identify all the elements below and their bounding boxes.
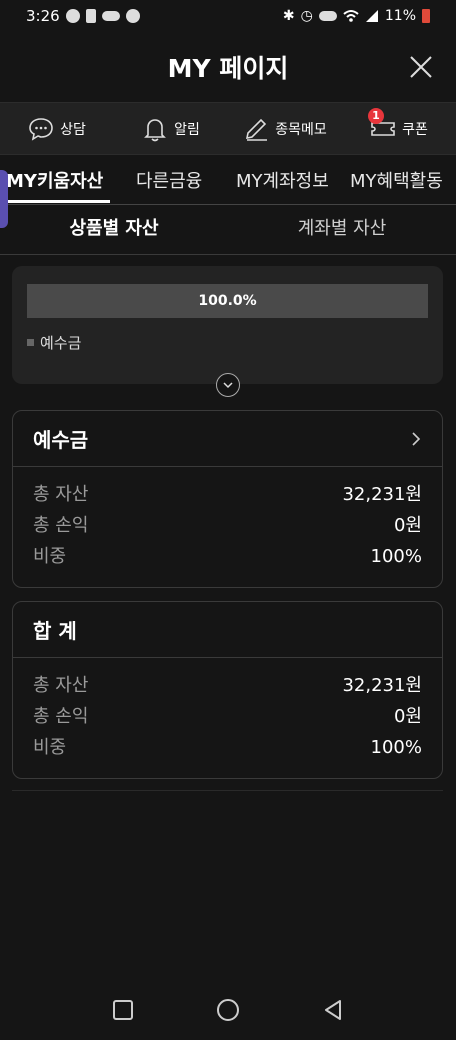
quick-memo-button[interactable]: 종목메모 xyxy=(228,116,342,142)
deposit-card-header[interactable]: 예수금 xyxy=(13,411,442,467)
deposit-card[interactable]: 예수금 총 자산 32,231원 총 손익 0원 비중 100% xyxy=(12,410,443,588)
chevron-down-icon xyxy=(223,382,233,389)
alarm-icon: ◷ xyxy=(300,8,313,24)
status-right: ✱ ◷ 11% xyxy=(283,8,430,24)
row-label: 비중 xyxy=(33,546,67,567)
row-label: 총 자산 xyxy=(33,484,89,505)
glasses-icon xyxy=(101,11,120,21)
row-label: 총 손익 xyxy=(33,706,89,727)
row-value: 0원 xyxy=(393,706,422,727)
legend-swatch xyxy=(27,339,34,346)
page-title: MY 페이지 xyxy=(167,54,289,83)
total-card-body: 총 자산 32,231원 총 손익 0원 비중 100% xyxy=(13,658,442,775)
sub-tabs: 상품별 자산 계좌별 자산 xyxy=(0,204,456,255)
total-card: 합 계 총 자산 32,231원 총 손익 0원 비중 100% xyxy=(12,601,443,779)
bottom-divider xyxy=(12,790,443,791)
row-value: 100% xyxy=(370,546,422,567)
active-tab-indicator xyxy=(0,200,110,203)
status-time: 3:26 xyxy=(26,7,60,25)
chat-bubble-icon xyxy=(29,117,53,141)
home-icon[interactable] xyxy=(215,997,241,1023)
total-row-total-assets: 총 자산 32,231원 xyxy=(33,670,422,701)
quick-coupon-label: 쿠폰 xyxy=(402,121,428,138)
tab-my-kiwoom-assets[interactable]: MY키움자산 xyxy=(6,167,103,193)
wifi-icon xyxy=(343,10,359,22)
close-icon[interactable] xyxy=(408,54,434,80)
total-card-title: 합 계 xyxy=(33,619,77,643)
row-value: 32,231원 xyxy=(342,484,422,505)
row-label: 총 자산 xyxy=(33,675,89,696)
asset-ratio-card: 100.0% 예수금 xyxy=(12,266,443,384)
battery-percent: 11% xyxy=(384,8,416,24)
deposit-row-weight: 비중 100% xyxy=(33,541,422,572)
quick-memo-label: 종목메모 xyxy=(275,121,327,138)
hd-icon xyxy=(318,11,337,21)
row-label: 총 손익 xyxy=(33,515,89,536)
quick-action-bar: 상담 알림 종목메모 1 쿠폰 xyxy=(0,102,456,155)
signal-icon xyxy=(365,10,378,22)
chevron-right-icon[interactable] xyxy=(410,431,422,447)
recent-apps-icon[interactable] xyxy=(110,997,136,1023)
total-row-weight: 비중 100% xyxy=(33,732,422,763)
chat-icon xyxy=(65,9,80,23)
deposit-row-total-pl: 총 손익 0원 xyxy=(33,510,422,541)
row-value: 32,231원 xyxy=(342,675,422,696)
deposit-row-total-assets: 총 자산 32,231원 xyxy=(33,479,422,510)
back-icon[interactable] xyxy=(320,997,346,1023)
quick-coupon-button[interactable]: 1 쿠폰 xyxy=(342,107,456,142)
asset-legend: 예수금 xyxy=(27,332,81,353)
row-value: 100% xyxy=(370,737,422,758)
quick-consult-label: 상담 xyxy=(60,121,86,138)
quick-consult-button[interactable]: 상담 xyxy=(0,116,114,142)
bell-icon xyxy=(144,118,167,141)
deposit-card-title: 예수금 xyxy=(33,428,89,452)
bluetooth-icon: ✱ xyxy=(282,8,295,24)
row-label: 비중 xyxy=(33,737,67,758)
legend-label: 예수금 xyxy=(40,334,82,352)
coupon-badge: 1 xyxy=(368,107,384,124)
battery-icon xyxy=(422,9,430,23)
main-tabs: MY키움자산 다른금융 MY계좌정보 MY혜택활동 xyxy=(0,154,456,205)
asset-ratio-percent: 100.0% xyxy=(198,293,257,309)
deposit-card-body: 총 자산 32,231원 총 손익 0원 비중 100% xyxy=(13,467,442,584)
pencil-icon xyxy=(246,118,268,141)
tab-assets-by-account[interactable]: 계좌별 자산 xyxy=(228,204,456,254)
row-value: 0원 xyxy=(393,515,422,536)
quick-notification-button[interactable]: 알림 xyxy=(114,116,228,142)
tab-my-account-info[interactable]: MY계좌정보 xyxy=(236,167,329,193)
asset-ratio-bar: 100.0% xyxy=(27,284,428,318)
system-nav-bar xyxy=(0,980,456,1040)
status-left: 3:26 xyxy=(26,7,140,25)
total-card-header: 합 계 xyxy=(13,602,442,658)
tab-other-finance[interactable]: 다른금융 xyxy=(136,167,202,193)
alert-icon xyxy=(85,9,96,23)
total-row-total-pl: 총 손익 0원 xyxy=(33,701,422,732)
page-header: MY 페이지 xyxy=(0,32,456,102)
tab-assets-by-product[interactable]: 상품별 자산 xyxy=(0,204,228,254)
kiwoom-icon xyxy=(125,9,140,23)
expand-button[interactable] xyxy=(216,373,240,397)
status-bar: 3:26 ✱ ◷ 11% xyxy=(0,0,456,32)
quick-notification-label: 알림 xyxy=(174,121,200,138)
tab-my-benefit-activity[interactable]: MY혜택활동 xyxy=(350,167,443,193)
